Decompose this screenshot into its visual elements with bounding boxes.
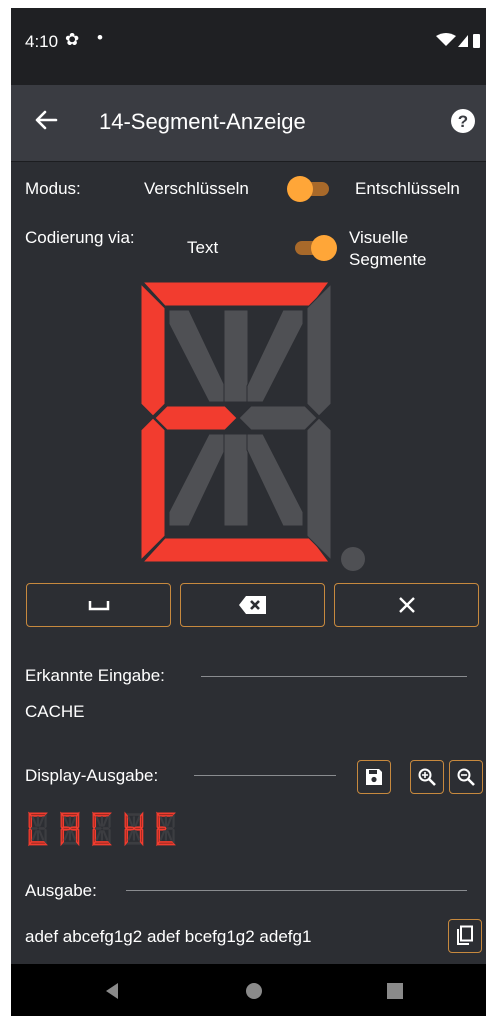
signal-battery-icon — [436, 33, 480, 48]
mode-option-decrypt[interactable]: Entschlüsseln — [355, 178, 460, 200]
space-button[interactable] — [26, 583, 171, 627]
nav-recents-icon[interactable] — [386, 982, 404, 1000]
recognized-input-value: CACHE — [25, 702, 85, 721]
fourteen-segment-display[interactable] — [139, 280, 369, 582]
notification-dot-icon: • — [97, 28, 103, 47]
zoom-out-icon — [457, 768, 475, 786]
segment-lower-left[interactable] — [140, 417, 166, 562]
segment-decimal-point[interactable] — [341, 547, 365, 571]
nav-back-icon[interactable] — [103, 982, 121, 1000]
save-icon — [366, 769, 382, 785]
clear-button[interactable] — [334, 583, 479, 627]
copy-icon — [457, 925, 473, 945]
help-circle-icon[interactable]: ? — [449, 107, 477, 135]
display-output-label: Display-Ausgabe: — [25, 766, 159, 785]
recognized-input-label: Erkannte Eingabe: — [25, 666, 165, 685]
status-bar: 4:10 ✿ • — [11, 8, 486, 85]
segment-bottom[interactable] — [141, 537, 330, 563]
divider — [194, 775, 336, 776]
display-output-preview — [27, 811, 176, 847]
encoding-label: Codierung via: — [25, 228, 135, 247]
navigation-bar — [11, 964, 486, 1016]
nav-home-icon[interactable] — [245, 982, 263, 1000]
space-bar-icon — [88, 601, 109, 611]
zoom-out-button[interactable] — [449, 760, 483, 794]
mode-switch[interactable] — [287, 174, 333, 204]
preview-character — [155, 811, 176, 847]
preview-character — [59, 811, 80, 847]
segment-top[interactable] — [141, 281, 330, 307]
segment-lower-center[interactable] — [223, 433, 249, 527]
preview-character — [124, 811, 144, 847]
page-title: 14-Segment-Anzeige — [99, 109, 306, 134]
segment-lower-right[interactable] — [306, 417, 332, 562]
mode-option-encrypt[interactable]: Verschlüsseln — [144, 178, 249, 200]
encoding-option-visual[interactable]: Visuelle Segmente — [349, 227, 459, 271]
output-label: Ausgabe: — [25, 881, 97, 900]
save-button[interactable] — [357, 760, 391, 794]
divider — [126, 890, 467, 891]
segment-upper-right[interactable] — [306, 282, 332, 417]
segment-middle-left[interactable] — [154, 405, 238, 431]
clear-icon — [398, 597, 415, 613]
app-bar: 14-Segment-Anzeige ? — [11, 85, 486, 162]
segment-diagonal-lower-right[interactable] — [246, 433, 304, 527]
output-value: adef abcefg1g2 adef bcefg1g2 adefg1 — [25, 927, 312, 946]
preview-character — [91, 811, 112, 847]
segment-middle-right[interactable] — [238, 405, 318, 431]
segment-diagonal-lower-left[interactable] — [168, 433, 226, 527]
status-time: 4:10 — [25, 32, 59, 51]
divider — [201, 676, 467, 677]
encoding-option-text[interactable]: Text — [187, 237, 218, 259]
preview-character — [27, 811, 48, 847]
segment-diagonal-upper-right[interactable] — [246, 309, 304, 403]
segment-upper-center[interactable] — [223, 309, 249, 403]
svg-text:?: ? — [458, 112, 468, 131]
segment-upper-left[interactable] — [140, 282, 166, 417]
backspace-icon — [238, 596, 266, 614]
encoding-switch[interactable] — [291, 233, 337, 263]
zoom-in-icon — [418, 768, 436, 786]
zoom-in-button[interactable] — [410, 760, 444, 794]
phone-screen: 4:10 ✿ • 14-Segment-Anzeige ? Modus: Ver… — [11, 8, 486, 1016]
mode-label: Modus: — [25, 179, 81, 198]
segment-diagonal-upper-left[interactable] — [168, 309, 226, 403]
settings-status-icon: ✿ — [65, 30, 80, 49]
copy-button[interactable] — [448, 919, 482, 953]
arrow-back-icon[interactable] — [31, 105, 61, 135]
backspace-button[interactable] — [180, 583, 325, 627]
